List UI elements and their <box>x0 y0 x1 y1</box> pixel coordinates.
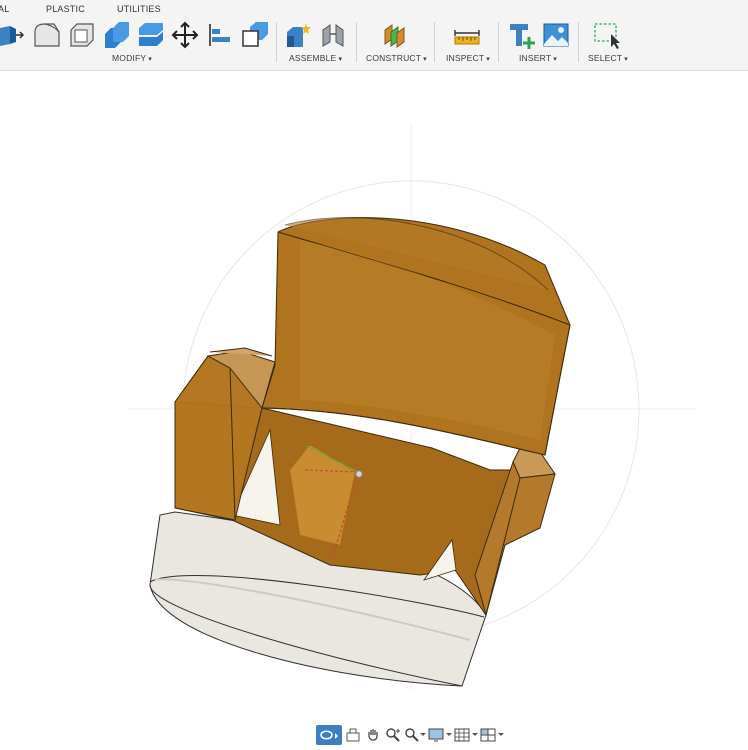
tab-plastic[interactable]: PLASTIC <box>46 4 85 14</box>
grid-icon[interactable] <box>454 725 478 745</box>
orbit-icon[interactable] <box>316 725 342 745</box>
display-settings-icon[interactable] <box>428 725 452 745</box>
fit-icon[interactable] <box>404 725 426 745</box>
new-component-icon[interactable] <box>284 20 314 50</box>
joint-icon[interactable] <box>318 20 348 50</box>
combine-icon[interactable] <box>102 20 132 50</box>
tab-al[interactable]: AL <box>0 4 9 14</box>
group-label-modify[interactable]: MODIFY ▾ <box>112 53 152 63</box>
viewports-icon[interactable] <box>480 725 504 745</box>
insert-mesh-icon[interactable] <box>507 20 537 50</box>
scale-icon[interactable] <box>240 20 270 50</box>
toolbar: AL PLASTIC UTILITIES MODIFY ▾ ASSEMBLE ▾ C… <box>0 0 748 71</box>
look-at-icon[interactable] <box>344 725 362 745</box>
canvas-viewport[interactable] <box>0 71 748 721</box>
split-face-icon[interactable] <box>136 20 166 50</box>
divider <box>356 22 357 62</box>
press-pull-icon[interactable] <box>0 20 26 50</box>
group-label-assemble[interactable]: ASSEMBLE ▾ <box>289 53 342 63</box>
move-icon[interactable] <box>170 20 200 50</box>
offset-plane-icon[interactable] <box>380 20 410 50</box>
group-label-construct[interactable]: CONSTRUCT ▾ <box>366 53 427 63</box>
canvas-icon[interactable] <box>541 20 571 50</box>
shell-icon[interactable] <box>67 20 97 50</box>
measure-icon[interactable] <box>452 20 482 50</box>
zoom-icon[interactable] <box>384 725 402 745</box>
divider <box>434 22 435 62</box>
divider <box>276 22 277 62</box>
divider <box>578 22 579 62</box>
group-label-insert[interactable]: INSERT ▾ <box>519 53 557 63</box>
fillet-icon[interactable] <box>32 20 62 50</box>
navigation-bar <box>316 725 504 745</box>
pan-icon[interactable] <box>364 725 382 745</box>
divider <box>498 22 499 62</box>
align-icon[interactable] <box>205 20 235 50</box>
group-label-select[interactable]: SELECT ▾ <box>588 53 628 63</box>
group-label-inspect[interactable]: INSPECT ▾ <box>446 53 490 63</box>
select-box-icon[interactable] <box>592 20 622 50</box>
tab-utilities[interactable]: UTILITIES <box>117 4 161 14</box>
